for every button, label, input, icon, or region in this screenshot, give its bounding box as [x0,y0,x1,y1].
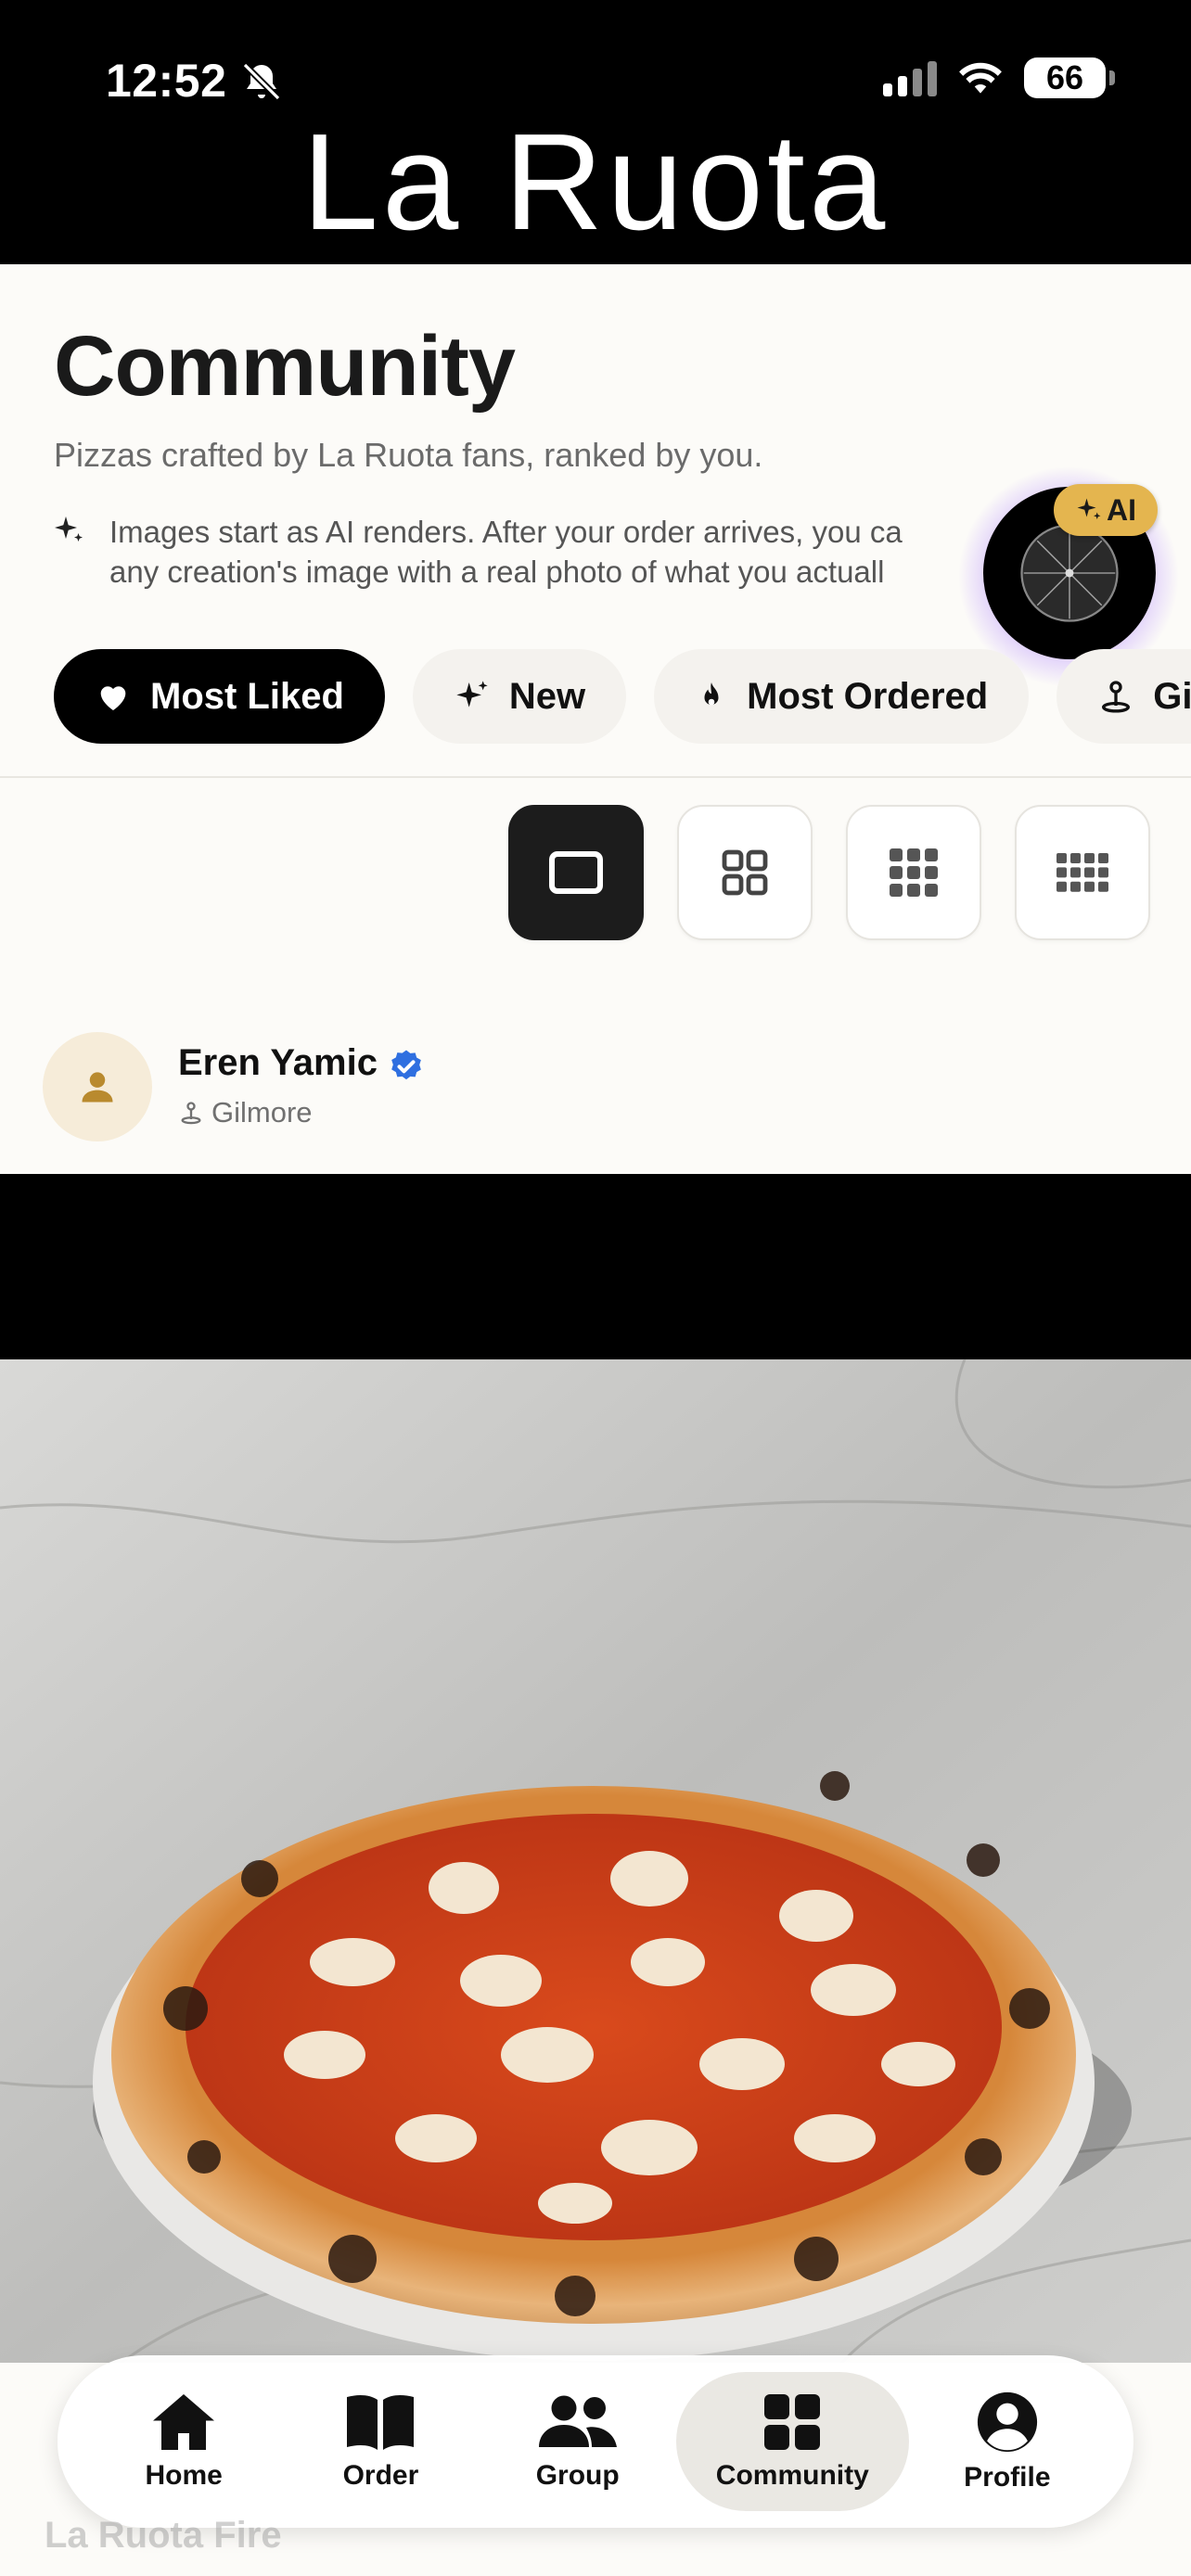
status-indicators: 66 [883,57,1115,98]
bell-muted-icon [242,62,281,101]
bottom-navigation: Home Order Group Community Profile [58,2355,1133,2528]
note-line-2: any creation's image with a real photo o… [109,555,885,589]
battery-indicator: 66 [1024,57,1115,98]
nav-label: Community [715,2460,869,2491]
nav-community[interactable]: Community [675,2372,909,2511]
status-time: 12:52 [106,55,227,107]
location-label: Gilmore [211,1096,313,1129]
section-divider [0,776,1191,778]
view-mode-toggles [508,805,1150,940]
battery-level: 66 [1045,58,1084,96]
nav-label: Order [342,2460,419,2491]
author-location: Gilmore [178,1096,313,1129]
filter-location[interactable]: Gilr [1057,649,1191,744]
filter-label: Most Liked [150,675,344,717]
flame-icon [704,682,719,706]
home-icon [153,2394,215,2450]
ai-badge[interactable]: AI [1054,484,1158,536]
author-avatar[interactable] [43,1032,152,1141]
sparkle-icon [55,516,83,542]
grid-3x3-icon [890,848,938,897]
page-title: Community [54,319,516,414]
filter-label: New [508,675,586,717]
note-line-1: Images start as AI renders. After your o… [109,515,903,549]
grid-icon [764,2394,821,2450]
filter-most-ordered[interactable]: Most Ordered [654,649,1030,744]
nav-label: Group [535,2460,620,2491]
top-header: 12:52 66 La Ruota [0,0,1191,264]
filter-chips: Most Liked New Most Ordered Gilr [54,649,1191,744]
grid-2x2-icon [722,849,768,896]
single-tile-icon [549,851,603,894]
pizza-photo[interactable] [0,1174,1191,2370]
verified-badge-icon [391,1050,421,1080]
filter-label: Gilr [1153,675,1191,717]
grid-4x3-icon [1057,853,1108,892]
filter-new[interactable]: New [412,649,627,744]
group-icon [538,2395,617,2447]
sparkle-icon [1077,498,1101,519]
nav-label: Home [145,2460,223,2491]
cellular-signal-icon [883,59,937,96]
three-column-view-button[interactable] [846,805,981,940]
page-subtitle: Pizzas crafted by La Ruota fans, ranked … [54,436,763,474]
profile-icon [977,2391,1037,2453]
book-icon [347,2395,415,2450]
nav-order[interactable]: Order [282,2372,479,2511]
heart-icon [100,686,126,710]
ai-render-note: Images start as AI renders. After your o… [109,512,1009,592]
author-name[interactable]: Eren Yamic [178,1042,378,1084]
two-column-view-button[interactable] [677,805,813,940]
nav-label: Profile [964,2462,1051,2493]
app-screen: 12:52 66 La Ruota Community Pizzas craft… [0,0,1191,2576]
nav-home[interactable]: Home [85,2372,282,2511]
location-pin-icon [1102,681,1131,713]
person-icon [82,1072,113,1103]
filter-label: Most Ordered [747,675,989,717]
single-column-view-button[interactable] [508,805,644,940]
brand-title: La Ruota [301,106,890,259]
filter-most-liked[interactable]: Most Liked [54,649,385,744]
sparkle-icon [456,681,488,708]
footer-ghost-text: La Ruota Fire [45,2515,282,2556]
nav-group[interactable]: Group [480,2372,676,2511]
four-column-view-button[interactable] [1015,805,1150,940]
nav-profile[interactable]: Profile [909,2372,1106,2511]
pizza-illustration [0,1174,1191,2370]
ai-badge-label: AI [1107,492,1136,527]
pizza-wheel-icon [1020,524,1119,622]
location-pin-icon [181,1102,201,1125]
wifi-icon [959,62,1002,94]
